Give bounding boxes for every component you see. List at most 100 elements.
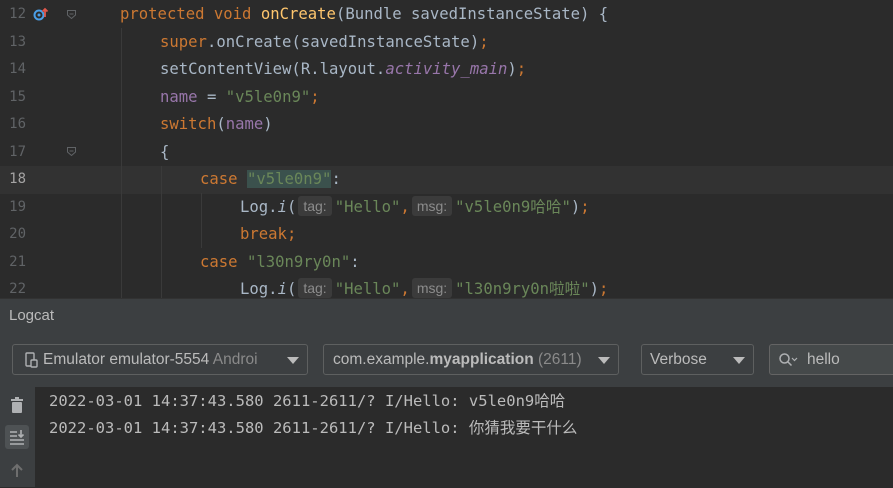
code-token: "v5le0n9": [225, 87, 311, 106]
logcat-output[interactable]: 2022-03-01 14:37:43.580 2611-2611/? I/He…: [35, 387, 893, 487]
code-token: ,: [400, 197, 410, 216]
indent-guide: [161, 166, 162, 298]
chevron-down-icon: [287, 357, 299, 364]
line-number: 19: [9, 198, 26, 215]
code-line[interactable]: 12 protected void onCreate(Bundle savedIn…: [0, 1, 893, 29]
logcat-header: Logcat: [0, 298, 893, 333]
process-selector[interactable]: com.example.myapplication (2611): [323, 344, 619, 375]
code-token: ): [263, 115, 273, 133]
line-number: 20: [9, 226, 26, 242]
override-marker-icon[interactable]: [33, 6, 49, 22]
code-line[interactable]: 22 Log.i(tag: "Hello", msg: "l30n9ry0n啦啦");: [0, 276, 893, 298]
code-token: ): [570, 197, 581, 216]
line-number: 12: [9, 6, 26, 22]
code-line[interactable]: 18 case "v5le0n9":: [0, 166, 893, 194]
code-token: break;: [240, 225, 297, 243]
device-selector[interactable]: Emulator emulator-5554 Androi: [12, 344, 308, 375]
line-number: 21: [9, 253, 26, 270]
trash-icon: [11, 397, 23, 413]
code-token: super: [160, 32, 207, 51]
clear-logcat-button[interactable]: [5, 394, 29, 418]
code-token: case: [200, 170, 247, 188]
code-text: super.onCreate(savedInstanceState);: [160, 29, 489, 57]
code-token: "l30n9ry0n": [246, 252, 351, 271]
fold-icon[interactable]: [67, 10, 76, 19]
log-entry: 2022-03-01 14:37:43.580 2611-2611/? I/He…: [49, 392, 566, 410]
process-pid: (2611): [538, 351, 582, 368]
code-token: switch: [160, 115, 217, 133]
code-token: activity_main: [385, 60, 508, 78]
code-line[interactable]: 20 break;: [0, 221, 893, 249]
code-token: i: [277, 197, 287, 216]
indent-guide: [201, 193, 202, 248]
parameter-hint: msg:: [411, 278, 453, 298]
code-line[interactable]: 13 super.onCreate(savedInstanceState);: [0, 29, 893, 57]
code-text: Log.i(tag: "Hello", msg: "v5le0n9哈哈");: [240, 194, 590, 222]
code-text: name = "v5le0n9";: [160, 84, 320, 112]
search-input[interactable]: hello: [769, 344, 893, 375]
process-package-prefix: com.example.: [333, 351, 430, 368]
code-token: (: [216, 115, 226, 133]
code-token: i: [277, 280, 287, 298]
code-token: onCreate: [260, 5, 336, 23]
device-icon: [25, 352, 38, 368]
line-number: 15: [9, 88, 26, 105]
logcat-side-toolbar: [0, 387, 35, 487]
code-token: =: [197, 87, 226, 106]
device-suffix: Androi: [212, 351, 258, 368]
line-number: 17: [9, 143, 26, 160]
parameter-hint: tag:: [298, 195, 332, 216]
code-token: (Bundle savedInstanceState) {: [335, 5, 609, 23]
code-editor[interactable]: 12 protected void onCreate(Bundle savedIn…: [0, 0, 893, 298]
logcat-toolbar: Emulator emulator-5554 Androi com.exampl…: [0, 333, 893, 387]
code-token: Log.: [240, 280, 278, 298]
line-number: 18: [9, 171, 26, 187]
code-token: "Hello": [334, 280, 401, 298]
code-line[interactable]: 16 switch(name): [0, 111, 893, 139]
chevron-down-icon: [733, 357, 745, 364]
code-token: (: [286, 197, 297, 216]
code-line[interactable]: 19 Log.i(tag: "Hello", msg: "v5le0n9哈哈");: [0, 194, 893, 222]
code-text: switch(name): [160, 111, 273, 139]
code-token: case: [200, 252, 247, 271]
code-text: case "l30n9ry0n":: [200, 249, 360, 277]
code-line[interactable]: 14 setContentView(R.layout.activity_main)…: [0, 56, 893, 84]
code-token: ;: [310, 87, 320, 106]
search-icon: [779, 353, 798, 367]
process-app-name: myapplication: [429, 351, 534, 368]
parameter-hint: msg:: [411, 195, 453, 216]
log-entry: 2022-03-01 14:37:43.580 2611-2611/? I/He…: [49, 419, 578, 437]
code-text: Log.i(tag: "Hello", msg: "l30n9ry0n啦啦");: [240, 276, 608, 298]
code-token: ): [507, 60, 517, 78]
code-token: "l30n9ry0n啦啦": [455, 280, 590, 298]
up-button[interactable]: [5, 459, 29, 483]
fold-icon[interactable]: [67, 147, 76, 156]
code-token: {: [160, 142, 170, 161]
log-level-value: Verbose: [650, 351, 707, 368]
code-token: :: [350, 252, 360, 271]
code-token: (: [286, 280, 297, 298]
code-token: ;: [516, 60, 527, 78]
log-level-selector[interactable]: Verbose: [641, 344, 754, 375]
code-token: protected void: [120, 5, 261, 23]
code-token: "v5le0n9哈哈": [455, 197, 571, 216]
logcat-title: Logcat: [9, 307, 55, 324]
code-line[interactable]: 15 name = "v5le0n9";: [0, 84, 893, 112]
code-line[interactable]: 21 case "l30n9ry0n":: [0, 249, 893, 277]
scroll-to-end-button[interactable]: [5, 425, 29, 449]
parameter-hint: tag:: [298, 278, 332, 298]
code-line[interactable]: 17 {: [0, 139, 893, 167]
line-number: 13: [9, 33, 26, 50]
code-token: Log.: [240, 197, 278, 216]
line-number: 22: [9, 281, 26, 297]
code-token: :: [331, 170, 341, 188]
indent-guide: [121, 28, 122, 298]
code-token: .onCreate(savedInstanceState): [206, 32, 480, 51]
code-token: name: [160, 87, 198, 106]
device-name: Emulator emulator-5554: [43, 351, 210, 368]
code-token: ;: [599, 280, 609, 298]
code-text: break;: [240, 221, 296, 249]
code-token: "v5le0n9": [246, 170, 332, 188]
code-text: setContentView(R.layout.activity_main);: [160, 56, 526, 84]
code-text: protected void onCreate(Bundle savedInst…: [120, 1, 608, 29]
